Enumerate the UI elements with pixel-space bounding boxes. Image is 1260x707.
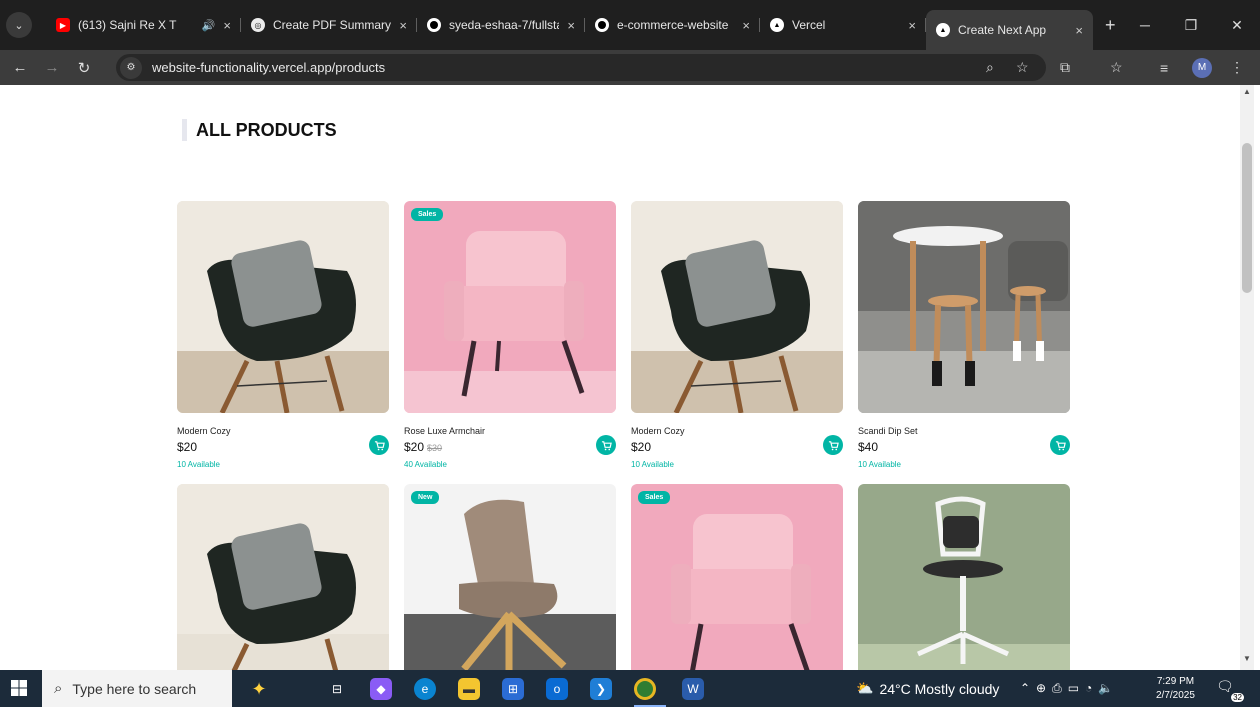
address-toolbar: ← → ↻ ⚙ website-functionality.vercel.app… — [0, 50, 1260, 85]
minimize-icon[interactable]: ─ — [1122, 0, 1168, 50]
tab-search-icon[interactable]: ⌄ — [6, 12, 32, 38]
windows-start-icon[interactable] — [10, 679, 30, 699]
tab-github-fullstack[interactable]: syeda-eshaa-7/fullsta × — [417, 7, 585, 43]
page-title: ALL PRODUCTS — [182, 119, 337, 141]
back-icon[interactable]: ← — [8, 59, 32, 76]
product-image[interactable] — [177, 484, 389, 670]
new-tab-icon[interactable]: + — [1105, 15, 1116, 36]
extensions-icon[interactable]: ⧉ — [1060, 50, 1070, 85]
outlook-icon[interactable]: o — [546, 678, 568, 700]
vercel-icon: ▲ — [770, 18, 784, 32]
product-image[interactable] — [404, 201, 616, 413]
chrome-icon[interactable] — [634, 678, 656, 700]
scroll-down-icon[interactable]: ▼ — [1240, 654, 1254, 668]
product-price: $20 — [177, 440, 198, 454]
product-image[interactable] — [404, 484, 616, 670]
cart-icon — [828, 440, 839, 450]
edge-icon[interactable]: e — [414, 678, 436, 700]
vscode-icon[interactable]: ❯ — [590, 678, 612, 700]
scrollbar-thumb[interactable] — [1242, 143, 1252, 293]
availability-text: 10 Available — [631, 460, 674, 469]
browser-tab-strip: ⌄ ▶ (613) Sajni Re X T 🔊 × ◎ Create PDF … — [0, 0, 1260, 50]
store-icon[interactable]: ⊞ — [502, 678, 524, 700]
tab-pdf-summary[interactable]: ◎ Create PDF Summary × — [241, 7, 417, 43]
product-price: $20 $30 — [404, 440, 443, 454]
chatgpt-icon: ◎ — [251, 18, 265, 32]
tab-create-next-app[interactable]: ▲ Create Next App × — [926, 10, 1093, 50]
cart-icon — [1055, 440, 1066, 450]
sale-badge: Sales — [411, 208, 444, 221]
product-name[interactable]: Rose Luxe Armchair — [404, 426, 485, 436]
original-price: $30 — [427, 443, 443, 453]
availability-text: 40 Available — [404, 460, 447, 469]
windows-taskbar: ⌕ Type here to search ✦ ⊟ ◆ e ▬ ⊞ o ❯ W … — [0, 670, 1260, 707]
close-tab-icon[interactable]: × — [567, 18, 575, 33]
product-price: $20 — [631, 440, 652, 454]
youtube-icon: ▶ — [56, 18, 70, 32]
site-settings-icon[interactable]: ⚙ — [120, 56, 142, 79]
clock[interactable]: 7:29 PM 2/7/2025 — [1156, 670, 1195, 707]
add-to-cart-button[interactable] — [823, 435, 843, 455]
restore-icon[interactable]: ❐ — [1168, 0, 1214, 50]
product-image[interactable] — [858, 484, 1070, 670]
copilot-icon[interactable]: ◆ — [370, 678, 392, 700]
tab-github-ecommerce[interactable]: e-commerce-website × — [585, 7, 760, 43]
tab-youtube[interactable]: ▶ (613) Sajni Re X T 🔊 × — [46, 7, 241, 43]
github-icon — [595, 18, 609, 32]
close-tab-icon[interactable]: × — [223, 18, 231, 33]
product-image[interactable] — [177, 201, 389, 413]
notification-icon[interactable]: 🗨 32 — [1216, 678, 1244, 702]
product-name[interactable]: Modern Cozy — [631, 426, 685, 436]
clock-time: 7:29 PM — [1156, 675, 1195, 687]
menu-kebab-icon[interactable]: ⋮ — [1230, 50, 1244, 85]
add-to-cart-button[interactable] — [369, 435, 389, 455]
reading-list-icon[interactable]: ≡ — [1160, 50, 1168, 85]
product-price: $40 — [858, 440, 879, 454]
search-icon: ⌕ — [54, 680, 63, 697]
close-tab-icon[interactable]: × — [1075, 23, 1083, 38]
cart-icon — [601, 440, 612, 450]
vercel-icon: ▲ — [936, 23, 950, 37]
product-image[interactable] — [631, 201, 843, 413]
close-window-icon[interactable]: ✕ — [1214, 0, 1260, 50]
product-image[interactable] — [858, 201, 1070, 413]
omnibox[interactable]: ⚙ website-functionality.vercel.app/produ… — [116, 54, 1046, 81]
profile-avatar[interactable]: M — [1192, 57, 1212, 78]
taskbar-search-box[interactable]: ⌕ Type here to search — [42, 670, 232, 707]
url-text[interactable]: website-functionality.vercel.app/product… — [152, 60, 385, 75]
zoom-icon[interactable]: ⌕ — [986, 50, 994, 85]
product-image[interactable] — [631, 484, 843, 670]
favorites-icon[interactable]: ☆ — [1110, 50, 1123, 85]
cart-icon — [374, 440, 385, 450]
add-to-cart-button[interactable] — [596, 435, 616, 455]
weather-text[interactable]: 24°C Mostly cloudy — [879, 681, 999, 697]
forward-icon[interactable]: → — [40, 59, 64, 76]
tab-vercel[interactable]: ▲ Vercel × — [760, 7, 926, 43]
copilot-sparkle-icon[interactable]: ✦ — [248, 678, 270, 700]
notification-count: 32 — [1231, 693, 1244, 702]
page-viewport: ALL PRODUCTS Modern Cozy $20 10 Availabl… — [0, 85, 1240, 670]
add-to-cart-button[interactable] — [1050, 435, 1070, 455]
page-scrollbar[interactable]: ▲ ▼ — [1240, 85, 1254, 670]
reload-icon[interactable]: ↻ — [72, 59, 96, 77]
product-name[interactable]: Modern Cozy — [177, 426, 231, 436]
clock-date: 2/7/2025 — [1156, 689, 1195, 701]
file-explorer-icon[interactable]: ▬ — [458, 678, 480, 700]
availability-text: 10 Available — [858, 460, 901, 469]
close-tab-icon[interactable]: × — [908, 18, 916, 33]
close-tab-icon[interactable]: × — [399, 18, 407, 33]
availability-text: 10 Available — [177, 460, 220, 469]
close-tab-icon[interactable]: × — [742, 18, 750, 33]
weather-cloud-icon[interactable]: ⛅ — [856, 680, 873, 697]
new-badge: New — [411, 491, 440, 504]
bookmark-star-icon[interactable]: ☆ — [1016, 50, 1029, 85]
word-icon[interactable]: W — [682, 678, 704, 700]
speaker-icon[interactable]: 🔊 — [202, 19, 216, 32]
scroll-up-icon[interactable]: ▲ — [1240, 87, 1254, 101]
system-tray-icons[interactable]: ⌃⊕⎙▭◔🔈 — [1020, 670, 1119, 707]
task-view-icon[interactable]: ⊟ — [326, 678, 348, 700]
sale-badge: Sales — [638, 491, 671, 504]
product-name[interactable]: Scandi Dip Set — [858, 426, 918, 436]
github-icon — [427, 18, 441, 32]
